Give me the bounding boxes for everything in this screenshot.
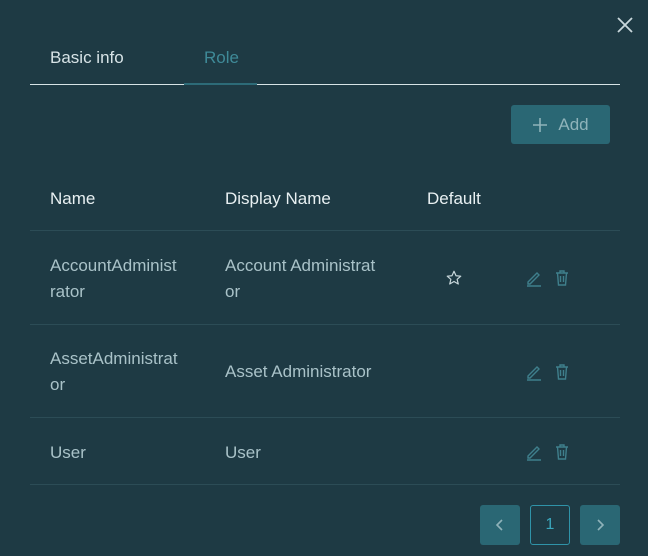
star-icon[interactable] [445,269,463,292]
plus-icon [533,117,548,132]
column-header-display-name: Display Name [225,189,331,208]
column-header-default: Default [427,189,481,208]
delete-icon[interactable] [553,269,571,292]
add-button[interactable]: Add [511,105,610,144]
pagination-next-button[interactable] [580,505,620,545]
edit-icon[interactable] [525,269,543,292]
tab-bar: Basic info Role [30,38,620,85]
role-name: User [50,443,86,462]
tab-basic-info[interactable]: Basic info [50,48,124,68]
role-name: AccountAdminist rator [50,256,177,301]
tab-role[interactable]: Role [204,48,239,68]
role-display-name: Account Administrat or [225,256,376,301]
role-display-name: Asset Administrator [225,362,372,381]
table-bottom-border [30,484,620,485]
pagination-page-1[interactable]: 1 [530,505,570,545]
add-button-label: Add [558,114,589,134]
chevron-right-icon [597,519,605,531]
table-row: User User [30,417,620,485]
edit-icon[interactable] [525,363,543,386]
close-icon[interactable] [613,13,637,37]
edit-icon[interactable] [525,443,543,466]
delete-icon[interactable] [553,363,571,386]
role-name: AssetAdministrat or [50,349,178,394]
table-row: AccountAdminist rator Account Administra… [30,230,620,325]
pagination-prev-button[interactable] [480,505,520,545]
role-display-name: User [225,443,261,462]
delete-icon[interactable] [553,443,571,466]
column-header-name: Name [50,189,96,208]
chevron-left-icon [495,519,503,531]
active-tab-indicator [184,83,257,85]
table-row: AssetAdministrat or Asset Administrator [30,324,620,418]
